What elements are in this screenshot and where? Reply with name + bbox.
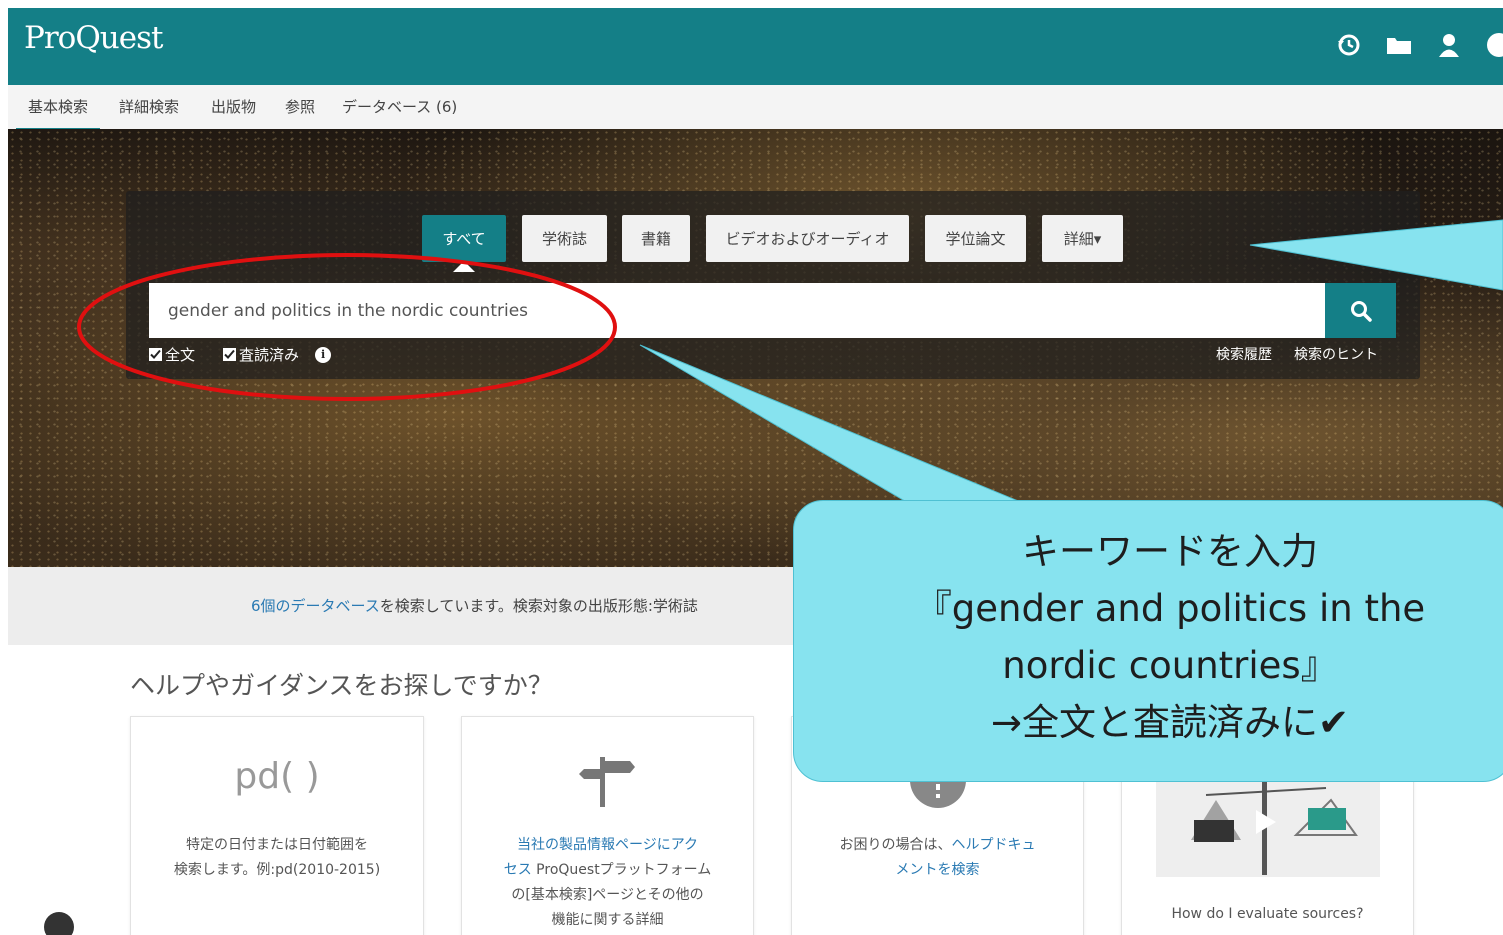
callout-pointers <box>639 219 1503 511</box>
instruction-callout-text: キーワードを入力 『gender and politics in the nor… <box>914 530 1426 744</box>
